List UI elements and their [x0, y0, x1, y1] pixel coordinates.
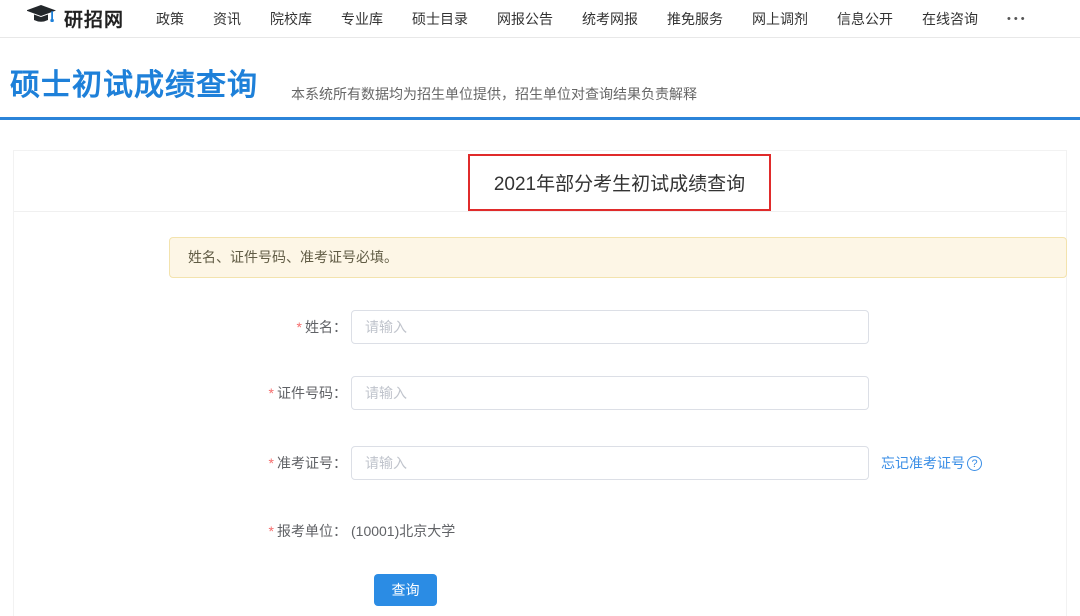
ticket-number-input[interactable]: [351, 446, 869, 480]
forgot-ticket-link[interactable]: 忘记准考证号?: [881, 446, 982, 480]
graduation-cap-icon: [27, 4, 57, 33]
nav-item-exemption-service[interactable]: 推免服务: [667, 9, 723, 29]
name-label: *姓名：: [14, 310, 347, 344]
top-nav: 研招网 政策 资讯 院校库 专业库 硕士目录 网报公告 统考网报 推免服务 网上…: [0, 0, 1080, 38]
nav-item-info-disclosure[interactable]: 信息公开: [837, 9, 893, 29]
page: 研招网 政策 资讯 院校库 专业库 硕士目录 网报公告 统考网报 推免服务 网上…: [0, 0, 1080, 616]
nav-more-icon[interactable]: •••: [1007, 13, 1028, 25]
form-row-ticket-number: *准考证号： 忘记准考证号?: [14, 446, 1066, 480]
logo-text: 研招网: [64, 5, 124, 32]
form-row-applied-unit: *报考单位： (10001)北京大学: [14, 514, 1066, 548]
nav-item-unified-exam-registration[interactable]: 统考网报: [582, 9, 638, 29]
annotation-red-box: 2021年部分考生初试成绩查询: [468, 154, 771, 211]
nav-item-policy[interactable]: 政策: [156, 9, 184, 29]
nav-item-masters-catalog[interactable]: 硕士目录: [412, 9, 468, 29]
question-circle-icon: ?: [967, 456, 982, 471]
page-title: 硕士初试成绩查询: [10, 60, 258, 104]
form-row-name: *姓名：: [14, 310, 1066, 344]
nav-item-online-adjustment[interactable]: 网上调剂: [752, 9, 808, 29]
id-number-input[interactable]: [351, 376, 869, 410]
card-title: 2021年部分考生初试成绩查询: [494, 169, 745, 196]
nav-item-online-consult[interactable]: 在线咨询: [922, 9, 978, 29]
nav-item-college-library[interactable]: 院校库: [270, 9, 312, 29]
nav-item-news[interactable]: 资讯: [213, 9, 241, 29]
form-row-id-number: *证件号码：: [14, 376, 1066, 410]
blue-divider: [0, 117, 1080, 120]
applied-unit-value: (10001)北京大学: [351, 514, 455, 548]
page-subtitle: 本系统所有数据均为招生单位提供，招生单位对查询结果负责解释: [291, 84, 697, 104]
nav-item-major-library[interactable]: 专业库: [341, 9, 383, 29]
card-header-divider: [14, 211, 1066, 212]
id-number-label: *证件号码：: [14, 376, 347, 410]
ticket-number-label: *准考证号：: [14, 446, 347, 480]
applied-unit-label: *报考单位：: [14, 514, 347, 548]
nav-item-registration-notice[interactable]: 网报公告: [497, 9, 553, 29]
required-asterisk: *: [269, 455, 274, 471]
site-logo[interactable]: 研招网: [27, 4, 124, 33]
query-card: 2021年部分考生初试成绩查询 姓名、证件号码、准考证号必填。 *姓名： *证件…: [13, 150, 1067, 616]
required-asterisk: *: [269, 385, 274, 401]
required-asterisk: *: [269, 523, 274, 539]
required-asterisk: *: [297, 319, 302, 335]
query-button[interactable]: 查询: [374, 574, 437, 606]
required-fields-notice: 姓名、证件号码、准考证号必填。: [169, 237, 1067, 278]
name-input[interactable]: [351, 310, 869, 344]
nav-menu: 政策 资讯 院校库 专业库 硕士目录 网报公告 统考网报 推免服务 网上调剂 信…: [156, 9, 1028, 29]
